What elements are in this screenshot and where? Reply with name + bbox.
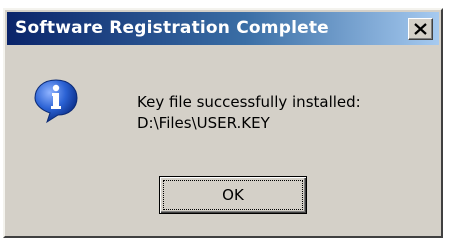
message-text: Key file successfully installed: D:\File… (137, 92, 361, 134)
close-button[interactable] (408, 18, 433, 40)
message-line-2: D:\Files\USER.KEY (137, 114, 270, 132)
ok-button-label: OK (222, 186, 244, 204)
message-line-1: Key file successfully installed: (137, 93, 361, 111)
ok-button[interactable]: OK (159, 176, 307, 214)
close-icon (414, 23, 427, 35)
registration-dialog: Software Registration Complete Key file … (3, 8, 443, 238)
info-icon (34, 79, 78, 124)
title-bar[interactable]: Software Registration Complete (7, 12, 439, 45)
window-title: Software Registration Complete (15, 18, 329, 38)
